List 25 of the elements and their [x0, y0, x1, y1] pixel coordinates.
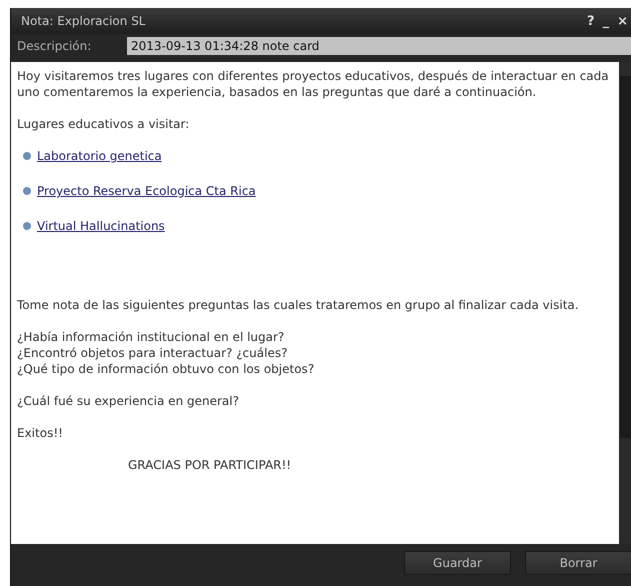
help-button[interactable]: ?: [583, 14, 599, 28]
bullet-icon: [23, 222, 31, 230]
description-field[interactable]: 2013-09-13 01:34:28 note card: [127, 37, 631, 55]
note-link[interactable]: Laboratorio genetica: [37, 148, 162, 164]
save-button[interactable]: Guardar: [404, 551, 511, 575]
note-text: GRACIAS POR PARTICIPAR!!: [128, 457, 292, 473]
delete-button[interactable]: Borrar: [525, 551, 631, 575]
bullet-icon: [23, 152, 31, 160]
window-title: Nota: Exploracion SL: [21, 14, 146, 28]
note-text: Tome nota de las siguientes preguntas las cuales trataremos en grupo al finalizar cada visita.: [17, 297, 580, 313]
question-text: ¿Había información institucional en el lugar?: [17, 329, 286, 345]
scrollbar[interactable]: [619, 62, 631, 544]
note-link[interactable]: Virtual Hallucinations: [37, 218, 165, 234]
note-text: Lugares educativos a visitar:: [17, 116, 190, 132]
note-text: ¿Cuál fué su experiencia en general?: [17, 393, 240, 409]
bullet-icon: [23, 187, 31, 195]
note-text: Exitos!!: [17, 425, 64, 441]
minimize-button[interactable]: _: [598, 14, 614, 28]
question-text: ¿Qué tipo de información obtuvo con los objetos?: [17, 361, 316, 377]
note-text: Hoy visitaremos tres lugares con diferentes proyectos educativos, después de interactuar en cada uno comentaremos la experiencia, basados en las preguntas que daré a continuación.: [17, 68, 610, 100]
close-button[interactable]: ×: [613, 14, 631, 28]
note-page[interactable]: [11, 62, 619, 544]
description-label: Descripción:: [17, 39, 92, 53]
note-link[interactable]: Proyecto Reserva Ecologica Cta Rica: [37, 183, 256, 199]
question-text: ¿Encontró objetos para interactuar? ¿cuáles?: [17, 345, 288, 361]
